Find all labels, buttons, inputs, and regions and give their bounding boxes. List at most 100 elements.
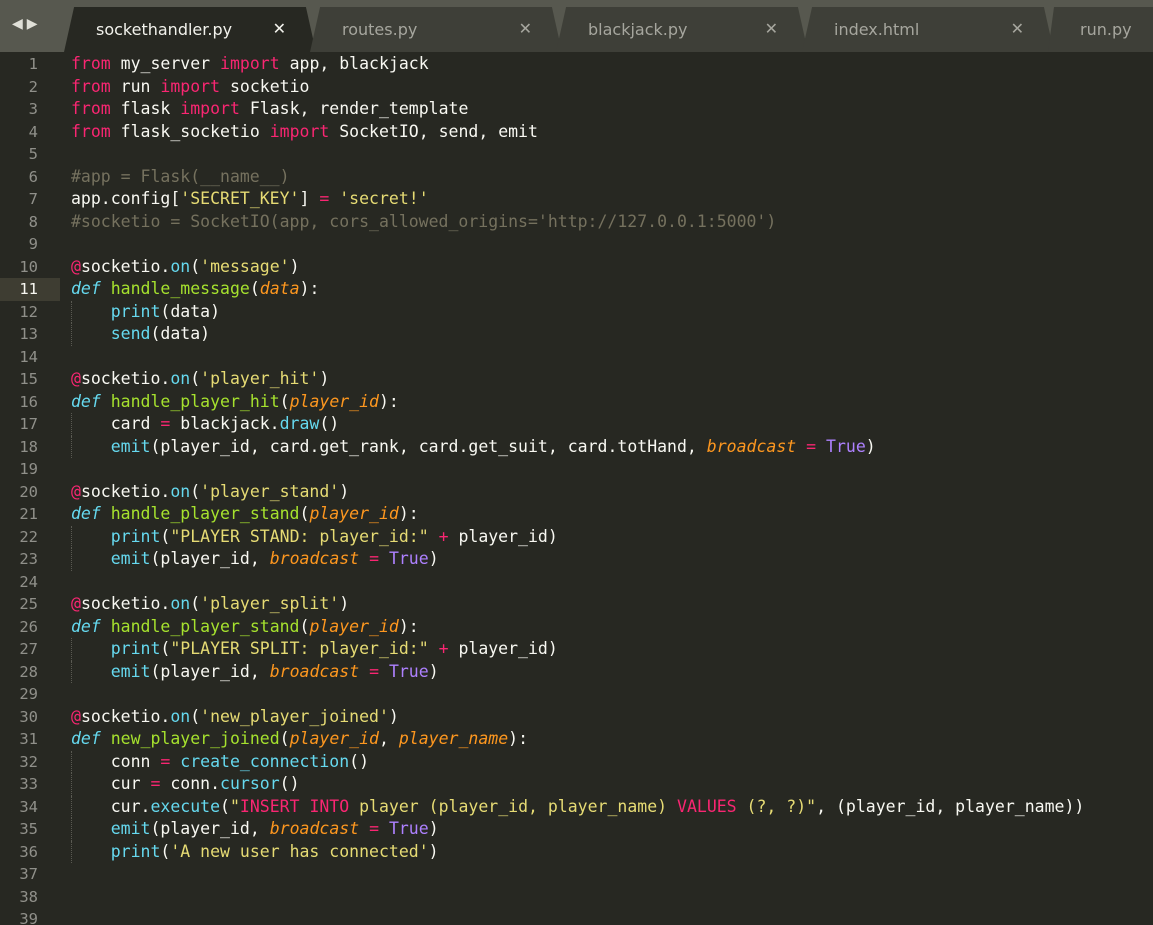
close-icon[interactable]: ✕: [519, 20, 532, 38]
code-text: print(data): [71, 301, 220, 324]
code-line[interactable]: 39: [0, 908, 1153, 925]
close-icon[interactable]: ✕: [273, 20, 286, 38]
code-line[interactable]: 16 def handle_player_hit(player_id):: [0, 391, 1153, 414]
code-line[interactable]: 18 emit(player_id, card.get_rank, card.g…: [0, 435, 1153, 458]
code-line[interactable]: 17 card = blackjack.draw(): [0, 413, 1153, 436]
code-token: ): [865, 436, 876, 456]
code-token: socketio: [220, 76, 310, 96]
code-token: on: [170, 256, 191, 276]
tab-run[interactable]: run.py: [1048, 7, 1153, 52]
code-text: print('A new user has connected'): [71, 841, 439, 864]
code-token: def: [71, 504, 101, 523]
code-token: socketio.: [80, 256, 171, 276]
code-line[interactable]: 32 conn = create_connection(): [0, 750, 1153, 773]
code-line[interactable]: 19: [0, 458, 1153, 481]
code-line[interactable]: 21 def handle_player_stand(player_id):: [0, 503, 1153, 526]
tab-routes[interactable]: routes.py ✕: [310, 7, 562, 52]
forward-arrow-icon[interactable]: ▶: [27, 14, 38, 34]
code-line[interactable]: 38: [0, 886, 1153, 909]
code-token: handle_player_hit: [110, 391, 280, 411]
code-token: =: [369, 549, 379, 568]
code-line[interactable]: 5: [0, 143, 1153, 166]
code-line[interactable]: 36 print('A new user has connected'): [0, 840, 1153, 864]
code-token: ):: [398, 616, 419, 636]
code-line[interactable]: 26 def handle_player_stand(player_id):: [0, 616, 1153, 639]
code-line[interactable]: 8 #socketio = SocketIO(app, cors_allowed_…: [0, 211, 1153, 234]
tab-navigation: ◀ ▶: [12, 14, 48, 34]
code-line[interactable]: 9: [0, 233, 1153, 256]
code-token: emit: [110, 436, 151, 456]
code-token: import: [180, 99, 240, 118]
close-icon[interactable]: ✕: [765, 20, 778, 38]
code-line[interactable]: 22 print("PLAYER STAND: player_id:" + pl…: [0, 525, 1153, 548]
tab-sockethandler[interactable]: sockethandler.py ✕: [64, 7, 316, 52]
line-number: 30: [19, 707, 38, 726]
code-text: @socketio.on('player_stand'): [71, 481, 349, 504]
close-icon[interactable]: ✕: [1011, 20, 1024, 38]
code-line[interactable]: 25 @socketio.on('player_split'): [0, 593, 1153, 616]
code-token: ): [339, 481, 350, 501]
code-token: player (player_id, player_name): [349, 796, 678, 816]
code-line[interactable]: 12 print(data): [0, 300, 1153, 324]
code-line[interactable]: 7 app.config['SECRET_KEY'] = 'secret!': [0, 188, 1153, 211]
code-line[interactable]: 29: [0, 683, 1153, 706]
code-token: data: [259, 279, 300, 298]
code-token: emit: [110, 549, 151, 568]
code-token: ):: [398, 504, 419, 523]
code-line[interactable]: 13 send(data): [0, 323, 1153, 346]
code-line[interactable]: 11 def handle_message(data):: [0, 278, 1153, 301]
code-token: INSERT INTO: [239, 796, 350, 816]
code-line[interactable]: 1 from my_server import app, blackjack: [0, 53, 1153, 76]
code-line[interactable]: 27 print("PLAYER SPLIT: player_id:" + pl…: [0, 638, 1153, 661]
line-number: 9: [28, 235, 38, 253]
code-token: True: [826, 436, 866, 456]
code-token: #socketio = SocketIO(app, cors_allowed_o…: [71, 211, 777, 231]
code-line[interactable]: 3 from flask import Flask, render_templat…: [0, 98, 1153, 121]
code-editor[interactable]: 1 from my_server import app, blackjack 2 fr…: [0, 52, 1153, 925]
code-token: ): [428, 841, 439, 861]
code-token: broadcast: [706, 436, 797, 456]
code-line[interactable]: 30 @socketio.on('new_player_joined'): [0, 706, 1153, 729]
code-line[interactable]: 4 from flask_socketio import SocketIO, se…: [0, 121, 1153, 144]
code-token: handle_player_stand: [110, 504, 300, 523]
code-line[interactable]: 6 #app = Flask(__name__): [0, 166, 1153, 189]
code-line[interactable]: 28 emit(player_id, broadcast = True): [0, 660, 1153, 683]
line-number: 25: [19, 595, 38, 613]
code-line[interactable]: 15 @socketio.on('player_hit'): [0, 368, 1153, 391]
tab-blackjack[interactable]: blackjack.py ✕: [556, 7, 808, 52]
code-line[interactable]: 10 @socketio.on('message'): [0, 256, 1153, 279]
code-line[interactable]: 24: [0, 571, 1153, 594]
code-line[interactable]: 35 emit(player_id, broadcast = True): [0, 818, 1153, 841]
back-arrow-icon[interactable]: ◀: [12, 14, 23, 34]
code-line[interactable]: 31 def new_player_joined(player_id, playe…: [0, 728, 1153, 751]
code-token: (: [190, 706, 201, 726]
line-number: 19: [19, 460, 38, 478]
code-line[interactable]: 2 from run import socketio: [0, 76, 1153, 99]
line-number: 13: [19, 325, 38, 343]
code-token: ): [289, 256, 300, 276]
code-line[interactable]: 37: [0, 863, 1153, 886]
code-token: (: [190, 369, 201, 388]
code-token: ):: [299, 279, 320, 298]
code-line[interactable]: 34 cur.execute("INSERT INTO player (play…: [0, 795, 1153, 818]
line-number: 21: [19, 505, 38, 523]
code-line[interactable]: 14: [0, 346, 1153, 369]
code-token: player_id: [289, 391, 379, 411]
code-token: +: [438, 526, 449, 546]
tab-index[interactable]: index.html ✕: [802, 7, 1054, 52]
code-line[interactable]: 33 cur = conn.cursor(): [0, 773, 1153, 796]
code-token: player_name: [398, 729, 509, 748]
code-token: (player_id,: [150, 549, 270, 568]
code-token: (: [190, 594, 201, 613]
code-line[interactable]: 23 emit(player_id, broadcast = True): [0, 548, 1153, 571]
code-token: create_connection: [180, 751, 350, 771]
code-token: (): [319, 414, 340, 433]
code-token: player_id: [289, 729, 379, 748]
code-line[interactable]: 20 @socketio.on('player_stand'): [0, 481, 1153, 504]
code-text: def handle_player_stand(player_id):: [71, 503, 419, 526]
code-token: print: [110, 526, 161, 546]
